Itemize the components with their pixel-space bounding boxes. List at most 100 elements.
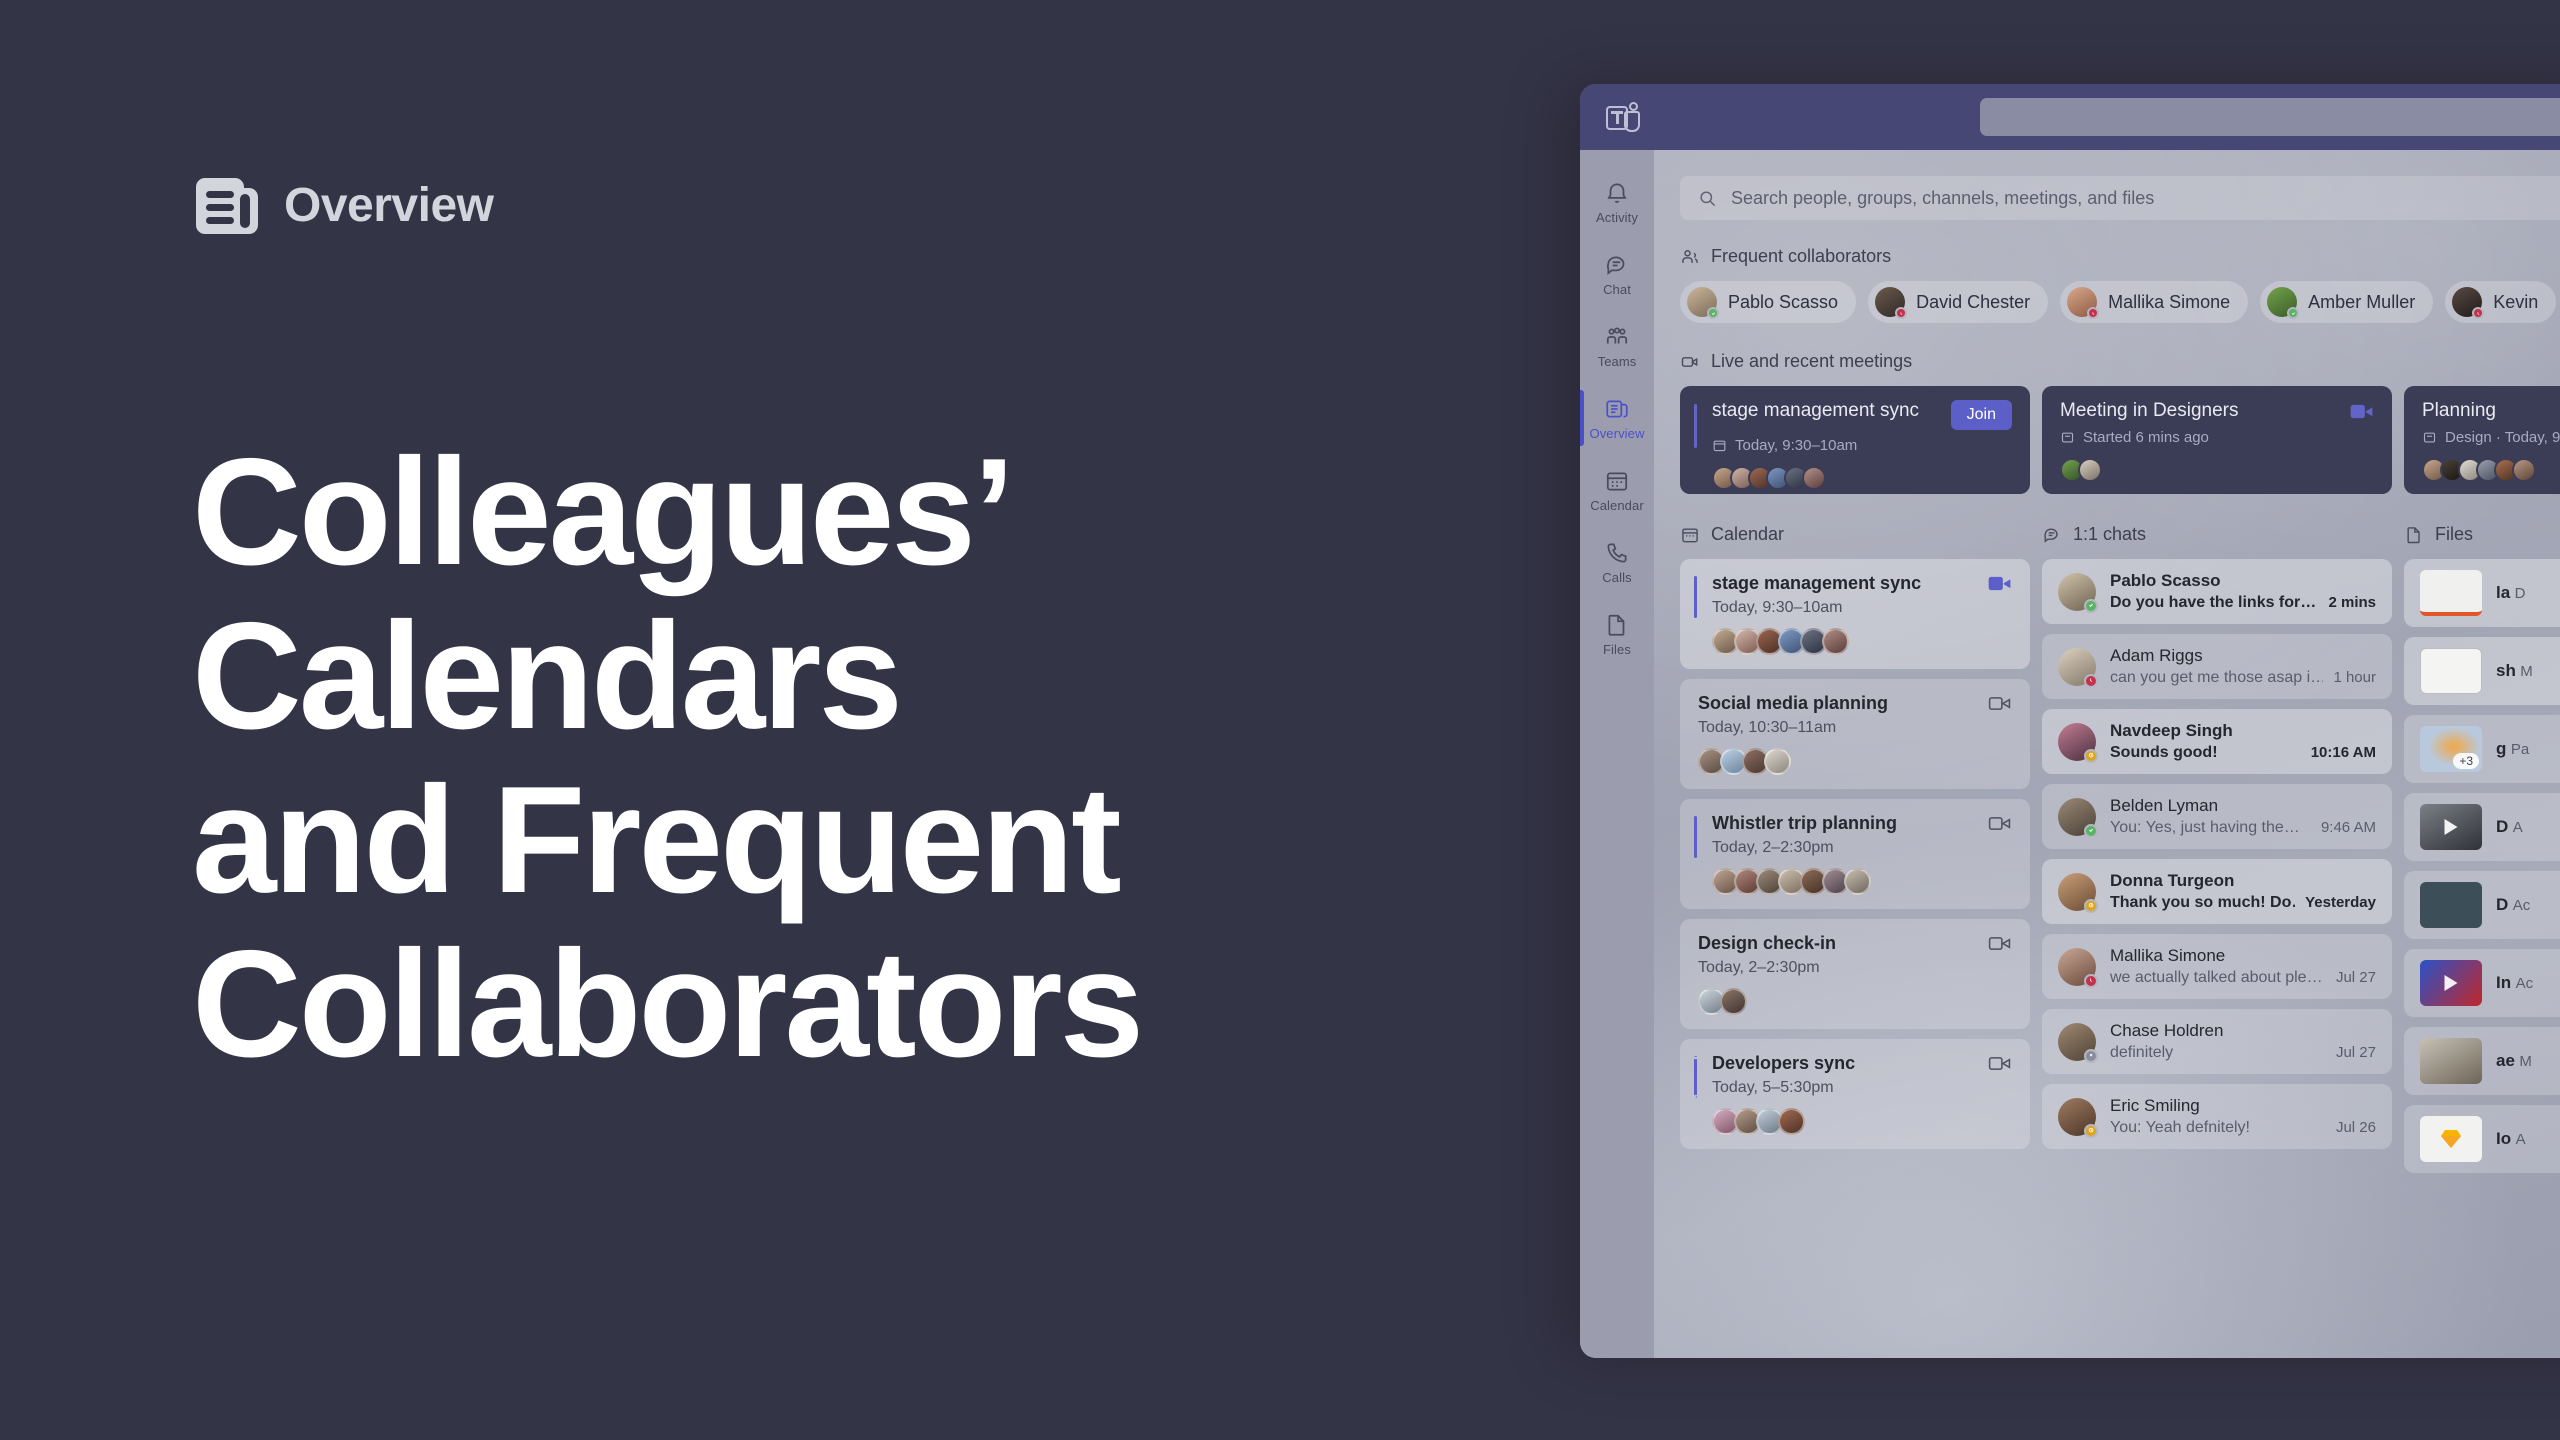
chat-list-item[interactable]: Eric Smiling You: Yeah defnitely! Jul 26 [2042, 1084, 2392, 1149]
calendar-event-card[interactable]: stage management sync Today, 9:30–10am [1680, 559, 2030, 669]
file-list-item[interactable]: In Ac [2404, 949, 2560, 1017]
chat-timestamp: Jul 27 [2335, 969, 2376, 986]
sidebar-item-label: Files [1603, 642, 1631, 657]
collaborators-list: Pablo Scasso David Chester Mallika Simon… [1680, 281, 2560, 323]
chat-timestamp: 1 hour [2333, 669, 2376, 686]
file-subtitle: D [2514, 585, 2526, 602]
app-content: Search people, groups, channels, meeting… [1654, 150, 2560, 1358]
search-input[interactable]: Search people, groups, channels, meeting… [1680, 176, 2560, 220]
sidebar-item-activity[interactable]: Activity [1580, 166, 1654, 238]
collaborators-section-header: Frequent collaborators [1680, 246, 2560, 267]
collaborator-name: Kevin [2493, 291, 2539, 312]
presence-offline-icon [2084, 1048, 2098, 1063]
avatar [2058, 572, 2098, 613]
sidebar-item-label: Calendar [1590, 498, 1644, 513]
file-name: g [2496, 739, 2507, 758]
chat-preview: can you get me those asap i… [2110, 669, 2324, 686]
meeting-card[interactable]: Planning Design · Today, 9 [2404, 386, 2560, 494]
calendar-event-card[interactable]: Whistler trip planning Today, 2–2:30pm [1680, 799, 2030, 909]
chat-timestamp: 10:16 AM [2310, 744, 2376, 761]
calendar-event-card[interactable]: Social media planning Today, 10:30–11am [1680, 679, 2030, 789]
headline-line-2: Calendars [192, 591, 903, 762]
calendar-event-card[interactable]: Design check-in Today, 2–2:30pm [1680, 919, 2030, 1029]
join-button[interactable]: Join [1950, 400, 2012, 430]
chat-list-item[interactable]: Pablo Scasso Do you have the links for… … [2042, 559, 2392, 624]
collaborator-chip[interactable]: Amber Muller [2260, 281, 2434, 323]
file-name: sh [2496, 661, 2516, 680]
file-icon [2407, 526, 2420, 543]
file-subtitle: Ac [2512, 897, 2531, 914]
event-accent-bar-tentative [1694, 1056, 1697, 1098]
page-title: Colleagues’ Calendars and Frequent Colla… [192, 430, 1512, 1087]
sidebar-item-label: Teams [1597, 354, 1637, 369]
meeting-card[interactable]: stage management sync Join Today, 9:30–1… [1680, 386, 2030, 494]
sidebar-item-overview[interactable]: Overview [1580, 382, 1654, 454]
chat-list-item[interactable]: Belden Lyman You: Yes, just having the… … [2042, 784, 2392, 849]
file-subtitle: M [2520, 663, 2533, 680]
event-title: Social media planning [1698, 693, 1889, 713]
chat-timestamp: Yesterday [2305, 894, 2376, 911]
titlebar-search-box[interactable] [1980, 98, 2560, 136]
file-list-item[interactable]: D A [2404, 793, 2560, 861]
file-list-item[interactable]: Io A [2404, 1105, 2560, 1173]
chat-list-item[interactable]: Navdeep Singh Sounds good! 10:16 AM [2042, 709, 2392, 774]
file-list-item[interactable]: +3 g Pa [2404, 715, 2560, 783]
chat-contact-name: Belden Lyman [2110, 796, 2219, 815]
calendar-icon [1606, 472, 1628, 491]
play-icon [2444, 819, 2458, 835]
chat-list-item[interactable]: Adam Riggs can you get me those asap i… … [2042, 634, 2392, 699]
file-thumbnail-video [2420, 960, 2482, 1006]
sidebar-item-calendar[interactable]: Calendar [1580, 454, 1654, 526]
presence-available-icon [1707, 307, 1719, 319]
file-thumbnail-dark [2420, 882, 2482, 928]
file-list-item[interactable]: la D [2404, 559, 2560, 627]
file-extra-count-badge: +3 [2453, 753, 2479, 769]
file-icon [1608, 614, 1625, 636]
chat-preview: You: Yes, just having the… [2110, 819, 2300, 836]
file-subtitle: Pa [2510, 741, 2530, 758]
event-title: Whistler trip planning [1712, 813, 1897, 833]
search-icon [1700, 190, 1716, 206]
file-name: In [2496, 973, 2512, 992]
calendar-event-card[interactable]: Developers sync Today, 5–5:30pm [1680, 1039, 2030, 1149]
meetings-list: stage management sync Join Today, 9:30–1… [1680, 386, 2560, 494]
file-name: la [2496, 583, 2511, 602]
sidebar-item-label: Chat [1603, 282, 1631, 297]
event-title: stage management sync [1712, 573, 1922, 593]
chat-list-item[interactable]: Donna Turgeon Thank you so much! Do… Yes… [2042, 859, 2392, 924]
sidebar-item-teams[interactable]: Teams [1580, 310, 1654, 382]
collaborator-chip[interactable]: Kevin [2445, 281, 2557, 323]
chat-list-item[interactable]: Mallika Simone we actually talked about … [2042, 934, 2392, 999]
event-time: Today, 10:30–11am [1698, 719, 1837, 736]
event-time: Today, 2–2:30pm [1712, 839, 1834, 856]
microsoft-teams-logo [1606, 100, 1642, 134]
teams-app-window: Activity Chat Teams Overview Calendar Ca… [1580, 84, 2560, 1358]
file-list-item[interactable]: ae M [2404, 1027, 2560, 1095]
file-subtitle: Ac [2515, 975, 2534, 992]
video-camera-icon [1681, 356, 1698, 367]
chat-list-item[interactable]: Chase Holdren definitely Jul 27 [2042, 1009, 2392, 1074]
meeting-subtitle: Design · Today, 9 [2445, 429, 2560, 446]
meeting-card[interactable]: Meeting in Designers Started 6 mins ago [2042, 386, 2392, 494]
meeting-accent-bar [1694, 404, 1697, 448]
chat-preview: Thank you so much! Do… [2110, 894, 2296, 911]
overview-feed-icon [196, 178, 258, 234]
chat-timestamp: Jul 26 [2335, 1119, 2376, 1136]
sidebar-item-calls[interactable]: Calls [1580, 526, 1654, 598]
headline-line-3: and Frequent [192, 755, 1122, 926]
slide-canvas: Overview Colleagues’ Calendars and Frequ… [0, 0, 2560, 1440]
avatar [1875, 287, 1908, 319]
presence-available-icon [2084, 598, 2098, 613]
avatar [1844, 868, 1871, 895]
collaborator-chip[interactable]: Pablo Scasso [1680, 281, 1857, 323]
file-list-item[interactable]: sh M [2404, 637, 2560, 705]
file-list-item[interactable]: D Ac [2404, 871, 2560, 939]
collaborator-chip[interactable]: David Chester [1868, 281, 2049, 323]
chat-timestamp: 2 mins [2328, 594, 2376, 611]
sidebar-item-chat[interactable]: Chat [1580, 238, 1654, 310]
meeting-title: Meeting in Designers [2060, 400, 2239, 421]
collaborator-chip[interactable]: Mallika Simone [2060, 281, 2249, 323]
sidebar-item-files[interactable]: Files [1580, 598, 1654, 670]
meeting-title: Planning [2422, 400, 2496, 421]
avatar [2067, 287, 2100, 319]
